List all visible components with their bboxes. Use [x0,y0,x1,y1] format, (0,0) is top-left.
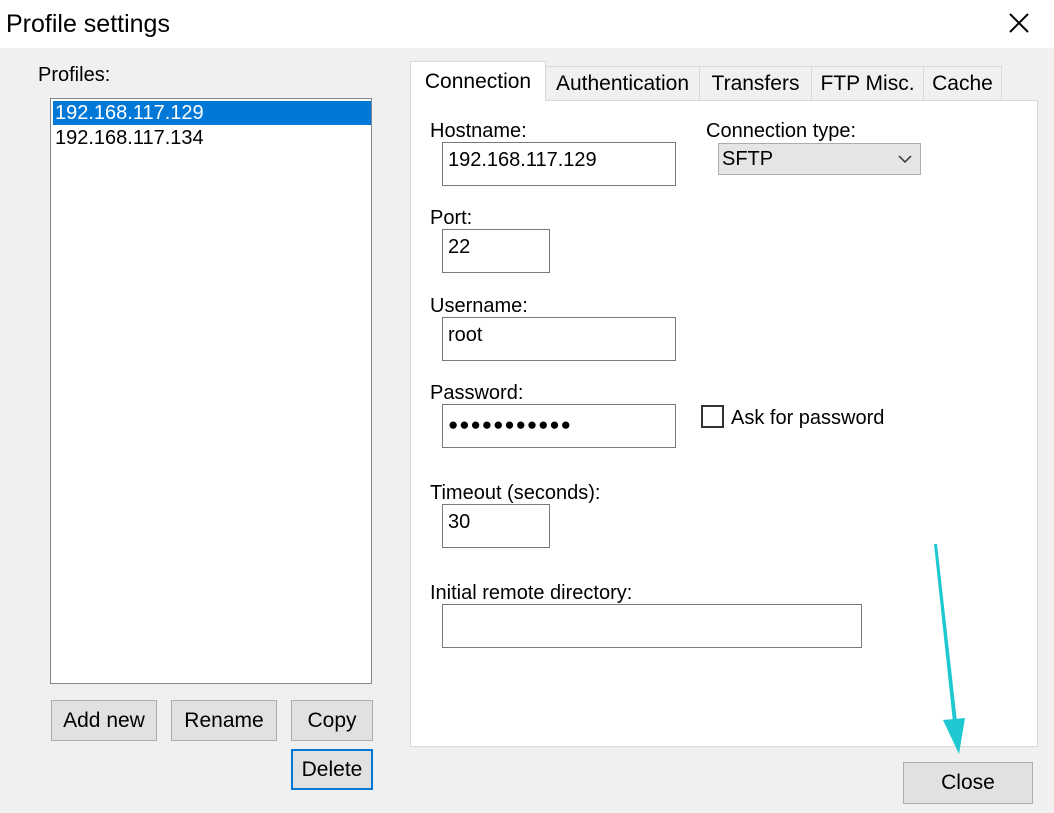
close-button[interactable]: Close [903,762,1033,804]
hostname-label: Hostname: [430,120,527,142]
tab-ftp-misc[interactable]: FTP Misc. [811,66,924,101]
close-icon [1009,13,1029,33]
connection-type-select[interactable]: SFTP [718,143,921,175]
port-label: Port: [430,207,473,229]
timeout-input[interactable]: 30 [442,504,550,548]
hostname-input[interactable]: 192.168.117.129 [442,142,676,186]
tab-transfers[interactable]: Transfers [699,66,812,101]
username-input[interactable]: root [442,317,676,361]
connection-type-value: SFTP [722,148,774,170]
copy-button[interactable]: Copy [291,700,373,741]
chevron-down-icon [898,155,912,164]
profile-item-1[interactable]: 192.168.117.129 [53,101,371,125]
connection-type-label: Connection type: [706,120,857,142]
close-window-button[interactable] [1000,6,1038,42]
ask-for-password-checkbox[interactable] [701,405,724,428]
initial-directory-label: Initial remote directory: [430,582,633,604]
password-label: Password: [430,382,524,404]
tab-connection[interactable]: Connection [410,61,546,101]
timeout-label: Timeout (seconds): [430,482,601,504]
tab-cache[interactable]: Cache [923,66,1002,101]
annotation-arrow-icon [934,544,965,754]
initial-directory-input[interactable] [442,604,862,648]
tab-authentication[interactable]: Authentication [545,66,700,101]
port-input[interactable]: 22 [442,229,550,273]
ask-for-password-label[interactable]: Ask for password [731,406,884,430]
rename-button[interactable]: Rename [171,700,277,741]
add-new-button[interactable]: Add new [51,700,157,741]
profile-item-2[interactable]: 192.168.117.134 [53,126,371,150]
window-title: Profile settings [6,10,170,38]
profiles-list[interactable]: 192.168.117.129 192.168.117.134 [50,98,372,684]
username-label: Username: [430,295,528,317]
delete-button[interactable]: Delete [291,749,373,790]
profiles-label: Profiles: [38,64,111,86]
password-input[interactable]: ●●●●●●●●●●● [442,404,676,448]
